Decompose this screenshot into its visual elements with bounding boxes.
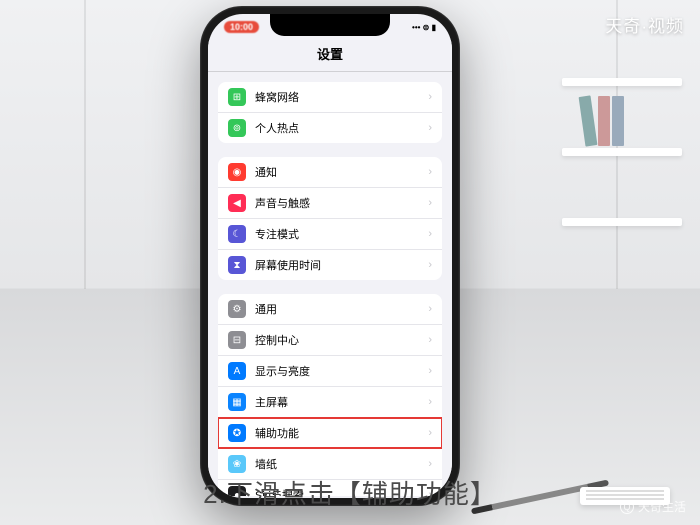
cellular-icon: ⊞ xyxy=(228,88,246,106)
phone-screen: 10:00 ••• ⊜ ▮ 设置 ⊞蜂窝网络›⊚个人热点›◉通知›◀声音与触感›… xyxy=(208,14,452,498)
chevron-right-icon: › xyxy=(428,365,432,377)
focus-icon: ☾ xyxy=(228,225,246,243)
settings-row-notifications[interactable]: ◉ 通知› xyxy=(218,157,442,188)
settings-row-cellular[interactable]: ⊞ 蜂窝网络› xyxy=(218,82,442,113)
chevron-right-icon: › xyxy=(428,228,432,240)
wallpaper-icon: ❀ xyxy=(228,455,246,473)
phone-frame: 10:00 ••• ⊜ ▮ 设置 ⊞蜂窝网络›⊚个人热点›◉通知›◀声音与触感›… xyxy=(200,6,460,506)
display-icon: A xyxy=(228,362,246,380)
watermark-bottom-text: 天奇生活 xyxy=(638,498,686,515)
phone-notch xyxy=(270,14,390,36)
watermark-top: 天奇·视频 xyxy=(605,12,684,37)
chevron-right-icon: › xyxy=(428,122,432,134)
settings-row-hotspot[interactable]: ⊚ 个人热点› xyxy=(218,113,442,143)
accessibility-icon: ✪ xyxy=(228,424,246,442)
row-label: 辅助功能 xyxy=(255,425,428,441)
row-label: 声音与触感 xyxy=(255,195,428,211)
settings-row-display[interactable]: A 显示与亮度› xyxy=(218,356,442,387)
instruction-caption: 2.下滑点击【辅助功能】 xyxy=(203,474,497,511)
home-screen-icon: ▦ xyxy=(228,393,246,411)
row-label: 通知 xyxy=(255,164,428,180)
page-title: 设置 xyxy=(208,40,452,72)
hotspot-icon: ⊚ xyxy=(228,119,246,137)
settings-row-home-screen[interactable]: ▦ 主屏幕› xyxy=(218,387,442,418)
settings-row-general[interactable]: ⚙ 通用› xyxy=(218,294,442,325)
chevron-right-icon: › xyxy=(428,427,432,439)
sounds-icon: ◀ xyxy=(228,194,246,212)
settings-row-screentime[interactable]: ⧗ 屏幕使用时间› xyxy=(218,250,442,280)
bookshelf xyxy=(562,78,682,238)
settings-row-accessibility[interactable]: ✪ 辅助功能› xyxy=(218,418,442,449)
row-label: 屏幕使用时间 xyxy=(255,257,428,273)
watermark-icon: Q xyxy=(620,500,634,514)
chevron-right-icon: › xyxy=(428,259,432,271)
row-label: 控制中心 xyxy=(255,332,428,348)
row-label: 墙纸 xyxy=(255,456,428,472)
row-label: 个人热点 xyxy=(255,120,428,136)
watermark-bottom: Q 天奇生活 xyxy=(620,498,686,515)
chevron-right-icon: › xyxy=(428,166,432,178)
settings-group: ⚙通用›⊟控制中心›A显示与亮度›▦主屏幕›✪辅助功能›❀墙纸›●Siri与搜索… xyxy=(218,294,442,496)
general-icon: ⚙ xyxy=(228,300,246,318)
status-time: 10:00 xyxy=(224,21,259,33)
row-label: 显示与亮度 xyxy=(255,363,428,379)
settings-row-control-center[interactable]: ⊟ 控制中心› xyxy=(218,325,442,356)
chevron-right-icon: › xyxy=(428,396,432,408)
settings-group: ⊞蜂窝网络›⊚个人热点› xyxy=(218,82,442,143)
row-label: 专注模式 xyxy=(255,226,428,242)
chevron-right-icon: › xyxy=(428,91,432,103)
settings-group: ◉通知›◀声音与触感›☾专注模式›⧗屏幕使用时间› xyxy=(218,157,442,280)
chevron-right-icon: › xyxy=(428,458,432,470)
settings-row-focus[interactable]: ☾ 专注模式› xyxy=(218,219,442,250)
chevron-right-icon: › xyxy=(428,197,432,209)
chevron-right-icon: › xyxy=(428,334,432,346)
chevron-right-icon: › xyxy=(428,303,432,315)
notifications-icon: ◉ xyxy=(228,163,246,181)
settings-row-sounds[interactable]: ◀ 声音与触感› xyxy=(218,188,442,219)
screentime-icon: ⧗ xyxy=(228,256,246,274)
control-center-icon: ⊟ xyxy=(228,331,246,349)
row-label: 主屏幕 xyxy=(255,394,428,410)
status-indicators: ••• ⊜ ▮ xyxy=(412,23,436,32)
row-label: 通用 xyxy=(255,301,428,317)
row-label: 蜂窝网络 xyxy=(255,89,428,105)
settings-list[interactable]: ⊞蜂窝网络›⊚个人热点›◉通知›◀声音与触感›☾专注模式›⧗屏幕使用时间›⚙通用… xyxy=(208,72,452,496)
